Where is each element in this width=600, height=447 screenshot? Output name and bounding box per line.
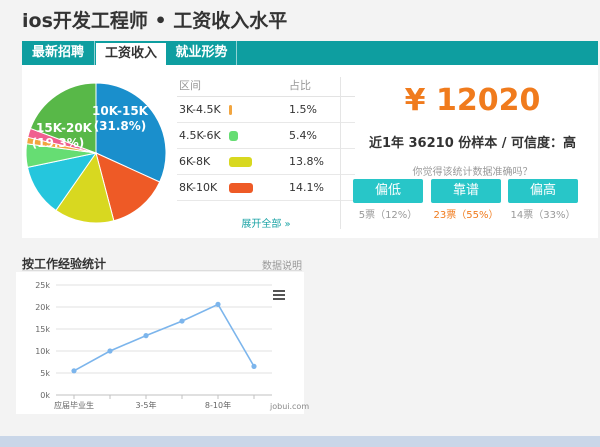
experience-chart: 0k 5k 10k 15k 20k 25k 应届毕业生 3-5年 8-10年 <box>16 272 304 414</box>
series-line <box>73 303 255 372</box>
range-cell: 4.5K-6K <box>179 129 221 142</box>
range-table-header: 区间 占比 <box>177 75 355 97</box>
divider <box>340 77 341 229</box>
table-row: 8K-10K 14.1% <box>177 175 355 201</box>
pie-label-15k-20k: 15K-20K <box>36 121 93 135</box>
y-tick-label: 5k <box>40 369 50 378</box>
vote-reliable-count: 23票（55%） <box>433 210 499 221</box>
bottom-bar <box>0 436 600 447</box>
pie-svg: 10K-15K (31.8%) 15K-20K (19.3%) <box>25 82 167 224</box>
vote-high-button[interactable]: 偏高 <box>508 179 578 203</box>
ratio-bar <box>229 157 252 167</box>
pie-pct-15k-20k: (19.3%) <box>32 136 85 150</box>
salary-summary: ¥ 12020 近1年 36210 份样本 / 可信度：高 你觉得该统计数据准确… <box>347 65 598 238</box>
expand-all-link[interactable]: 展开全部 » <box>177 215 355 230</box>
table-row: 4.5K-6K 5.4% <box>177 123 355 149</box>
vote-high-count: 14票（33%） <box>510 210 576 221</box>
tab-employment[interactable]: 就业形势 <box>167 41 237 65</box>
vote-low-button[interactable]: 偏低 <box>353 179 423 203</box>
range-cell: 8K-10K <box>179 181 218 194</box>
chart-credit: jobui.com <box>270 402 310 411</box>
range-cell: 6K-8K <box>179 155 211 168</box>
ratio-bar <box>229 105 232 115</box>
table-row: 6K-8K 13.8% <box>177 149 355 175</box>
section-divider <box>22 270 302 271</box>
average-salary: ¥ 12020 <box>404 83 541 118</box>
data-point[interactable] <box>179 318 185 324</box>
data-point[interactable] <box>143 333 149 339</box>
pie-chart: 10K-15K (31.8%) 15K-20K (19.3%) <box>22 73 172 233</box>
ratio-cell: 1.5% <box>289 103 317 116</box>
y-tick-label: 20k <box>35 303 50 312</box>
salary-panel: 10K-15K (31.8%) 15K-20K (19.3%) 区间 占比 3K… <box>22 65 598 238</box>
chart-menu-icon[interactable] <box>273 290 285 300</box>
ratio-cell: 13.8% <box>289 155 324 168</box>
tab-bar: 最新招聘 工资收入 就业形势 <box>22 41 598 65</box>
data-point[interactable] <box>251 363 257 369</box>
data-point[interactable] <box>71 368 77 374</box>
sample-info: 近1年 36210 份样本 / 可信度：高 <box>368 136 577 151</box>
range-header: 区间 <box>179 79 201 92</box>
data-point[interactable] <box>215 301 221 307</box>
ratio-bar <box>229 183 253 193</box>
accuracy-question: 你觉得该统计数据准确吗？ <box>412 167 533 178</box>
pie-label-10k-15k: 10K-15K <box>92 104 149 118</box>
data-point[interactable] <box>107 348 113 354</box>
ratio-header: 占比 <box>289 79 311 92</box>
ratio-bar <box>229 131 238 141</box>
y-tick-label: 15k <box>35 325 50 334</box>
x-tick-label: 3-5年 <box>135 400 156 410</box>
table-row: 3K-4.5K 1.5% <box>177 97 355 123</box>
range-cell: 3K-4.5K <box>179 103 221 116</box>
ratio-cell: 14.1% <box>289 181 324 194</box>
line-chart-svg: 0k 5k 10k 15k 20k 25k 应届毕业生 3-5年 8-10年 <box>35 281 272 410</box>
ratio-cell: 5.4% <box>289 129 317 142</box>
pie-pct-10k-15k: (31.8%) <box>94 119 147 133</box>
vote-reliable-button[interactable]: 靠谱 <box>431 179 501 203</box>
y-tick-label: 0k <box>40 391 50 400</box>
tab-latest-jobs[interactable]: 最新招聘 <box>22 41 95 65</box>
vote-low-count: 5票（12%） <box>358 210 418 221</box>
y-tick-label: 10k <box>35 347 50 356</box>
page-title: ios开发工程师 • 工资收入水平 <box>22 10 288 32</box>
y-tick-label: 25k <box>35 281 50 290</box>
x-tick-label: 应届毕业生 <box>54 400 94 410</box>
range-table: 区间 占比 3K-4.5K 1.5% 4.5K-6K 5.4% 6K-8K 13… <box>177 75 355 230</box>
x-tick-label: 8-10年 <box>205 400 231 410</box>
tab-salary[interactable]: 工资收入 <box>96 43 166 65</box>
